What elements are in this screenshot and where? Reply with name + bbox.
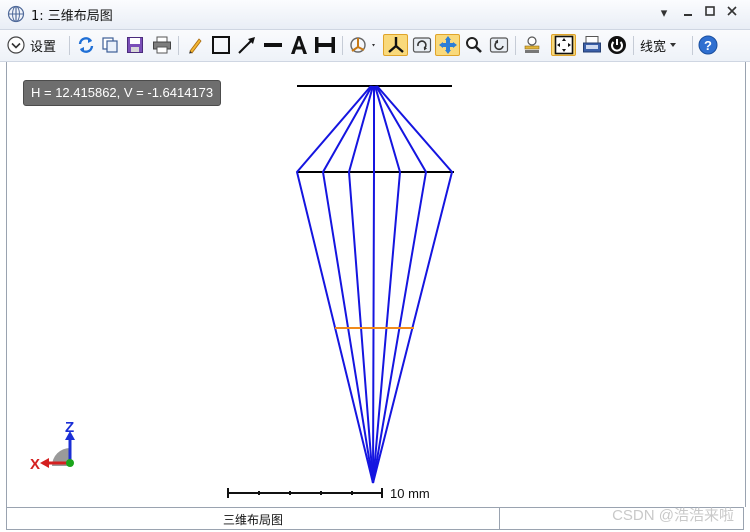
arrow-line-button[interactable] xyxy=(236,34,258,56)
reset-view-button[interactable] xyxy=(488,34,510,56)
fit-window-button[interactable] xyxy=(551,34,576,56)
svg-text:?: ? xyxy=(704,38,712,53)
save-button[interactable] xyxy=(124,34,146,56)
copy-button[interactable] xyxy=(99,34,121,56)
copy-icon xyxy=(102,37,118,53)
window-button[interactable] xyxy=(581,34,603,56)
zoom-button[interactable] xyxy=(463,34,485,56)
rotate-icon xyxy=(412,37,432,53)
toolbar-separator xyxy=(69,36,70,55)
watermark: CSDN @浩浩来啦 xyxy=(612,507,734,524)
text-button[interactable] xyxy=(288,34,310,56)
linewidth-label: 线宽 xyxy=(640,39,667,55)
close-icon[interactable] xyxy=(723,5,741,23)
toolbar: 设置 线宽 ? xyxy=(0,30,750,62)
maximize-icon[interactable] xyxy=(701,5,719,23)
print-button[interactable] xyxy=(151,34,173,56)
rotate-view-button[interactable] xyxy=(347,34,379,56)
refresh-icon xyxy=(78,37,94,53)
toolbar-separator xyxy=(515,36,516,55)
line-icon xyxy=(264,43,282,47)
dropdown-arrow-icon[interactable]: ▾ xyxy=(655,5,673,23)
help-icon: ? xyxy=(698,35,718,55)
layer-icon xyxy=(524,36,540,53)
rectangle-button[interactable] xyxy=(210,34,232,56)
layer-button[interactable] xyxy=(521,34,543,56)
axes-icon xyxy=(387,37,404,53)
save-icon xyxy=(127,37,143,53)
refresh-button[interactable] xyxy=(75,34,97,56)
rotate-button[interactable] xyxy=(411,34,433,56)
settings-chevron-icon xyxy=(7,36,25,54)
pencil-button[interactable] xyxy=(184,34,206,56)
power-icon xyxy=(608,36,626,54)
scale-bar-label: 10 mm xyxy=(390,486,430,501)
rectangle-icon xyxy=(212,36,230,54)
line-button[interactable] xyxy=(262,34,284,56)
tab-3d-layout[interactable]: 三维布局图 xyxy=(7,511,499,528)
arrow-line-icon xyxy=(238,37,255,54)
tab-divider xyxy=(499,508,500,529)
layout-canvas[interactable] xyxy=(6,62,746,507)
reset-view-icon xyxy=(489,37,509,53)
settings-button[interactable]: 设置 xyxy=(7,34,65,56)
pencil-icon xyxy=(189,38,202,54)
minimize-icon[interactable] xyxy=(679,5,697,23)
title-bar: 1: 三维布局图 ▾ xyxy=(0,0,750,30)
axes-button[interactable] xyxy=(383,34,408,56)
layout-window-icon xyxy=(7,5,25,23)
toolbar-separator xyxy=(633,36,634,55)
help-button[interactable]: ? xyxy=(697,34,719,56)
settings-label: 设置 xyxy=(30,39,57,55)
window-icon xyxy=(583,36,601,53)
window-title: 1: 三维布局图 xyxy=(31,9,113,24)
linewidth-dropdown[interactable]: 线宽 xyxy=(640,34,688,56)
print-icon xyxy=(153,36,171,54)
power-button[interactable] xyxy=(606,34,628,56)
toolbar-separator xyxy=(342,36,343,55)
toolbar-separator xyxy=(178,36,179,55)
dimension-icon xyxy=(315,37,335,53)
pan-button[interactable] xyxy=(435,34,460,56)
zoom-icon xyxy=(466,37,482,53)
linewidth-dropdown-icon xyxy=(670,43,677,47)
text-icon xyxy=(291,36,307,54)
coordinate-readout: H = 12.415862, V = -1.6414173 xyxy=(23,80,222,106)
dimension-button[interactable] xyxy=(313,34,337,56)
fit-window-icon xyxy=(554,35,573,55)
toolbar-separator xyxy=(692,36,693,55)
rotate-view-icon xyxy=(350,37,375,53)
pan-icon xyxy=(438,36,457,54)
